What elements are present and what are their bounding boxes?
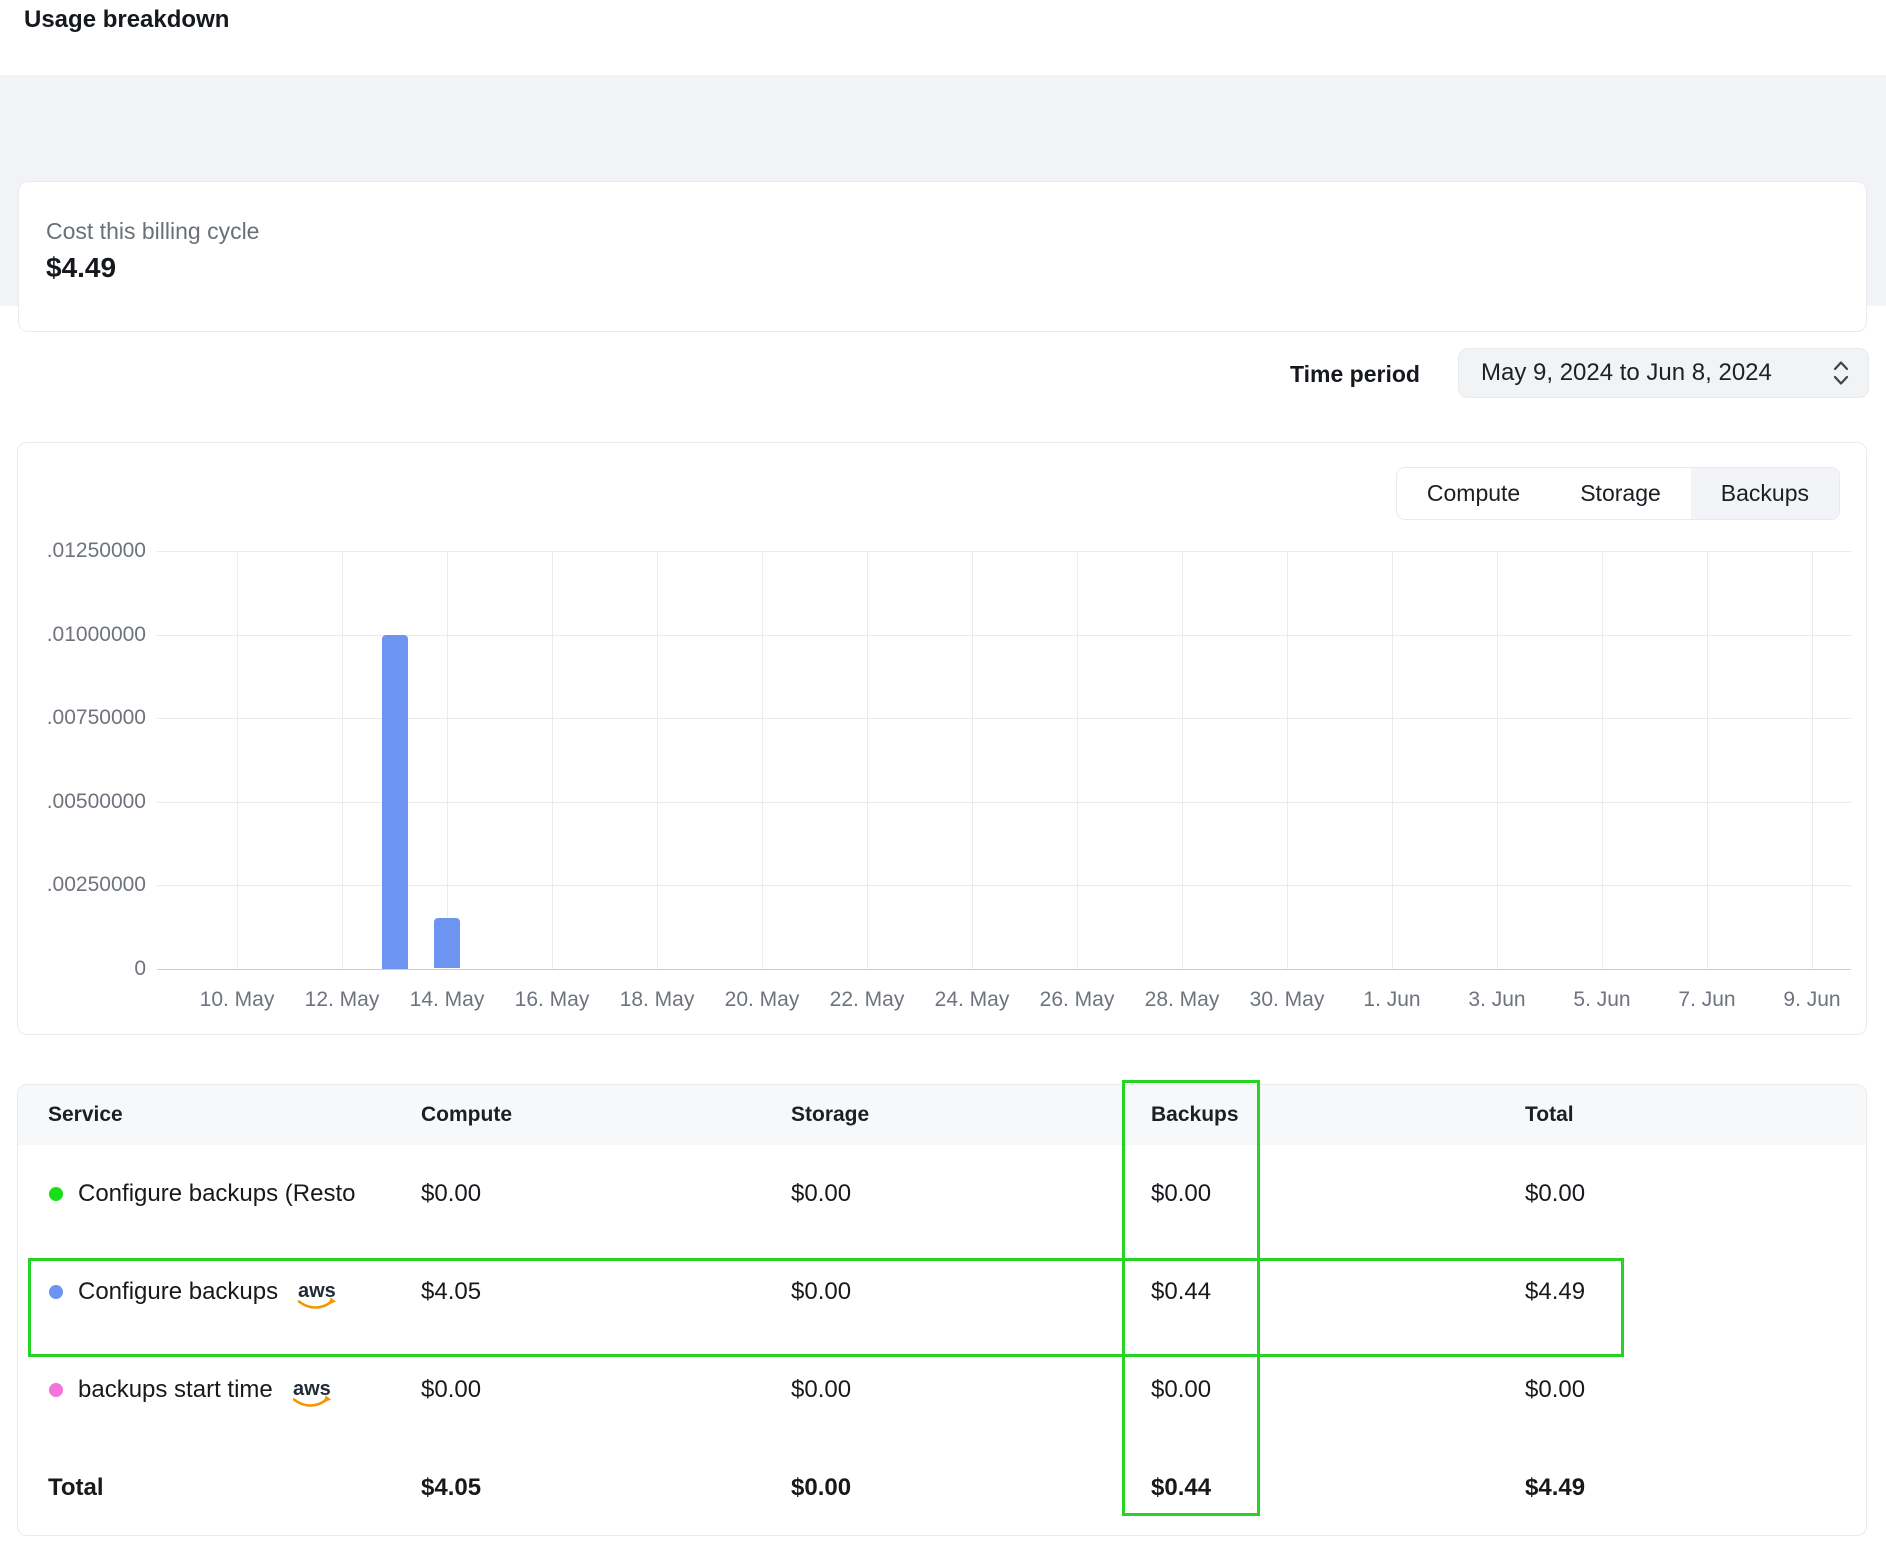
page-title: Usage breakdown	[24, 6, 229, 34]
x-tick-label: 26. May	[1025, 988, 1129, 1012]
col-header-backups: Backups	[1151, 1103, 1525, 1127]
x-tick-label: 28. May	[1130, 988, 1234, 1012]
svg-text:aws: aws	[298, 1280, 336, 1302]
billing-cycle-cost: $4.49	[46, 252, 116, 284]
series-dot-pink	[49, 1383, 63, 1397]
service-name: backups start time	[78, 1376, 273, 1404]
compute-cost: $4.05	[421, 1278, 791, 1306]
chart-bar[interactable]	[382, 635, 408, 969]
y-axis-labels: .01250000 .01000000 .00750000 .00500000 .002…	[18, 443, 146, 1034]
y-tick-label: .01250000	[18, 539, 146, 563]
h-gridline	[157, 718, 1851, 719]
total-cost: $4.49	[1525, 1278, 1866, 1306]
x-tick-label: 16. May	[500, 988, 604, 1012]
x-tick-label: 12. May	[290, 988, 394, 1012]
time-period-label: Time period	[1290, 361, 1420, 388]
table-row: backups start time aws $0.00 $0.00 $0.00…	[18, 1341, 1866, 1439]
v-gridline	[972, 551, 973, 969]
x-tick-label: 9. Jun	[1760, 988, 1864, 1012]
v-gridline	[237, 551, 238, 969]
v-gridline	[1707, 551, 1708, 969]
v-gridline	[447, 551, 448, 969]
h-gridline	[157, 969, 1851, 970]
compute-cost: $0.00	[421, 1376, 791, 1404]
y-tick-label: .00500000	[18, 790, 146, 814]
x-tick-label: 22. May	[815, 988, 919, 1012]
y-tick-label: .01000000	[18, 623, 146, 647]
table-row: Configure backups aws $4.05 $0.00 $0.44 …	[18, 1243, 1866, 1341]
service-name: Configure backups (Resto	[78, 1180, 355, 1208]
v-gridline	[1077, 551, 1078, 969]
x-tick-label: 5. Jun	[1550, 988, 1654, 1012]
x-tick-label: 20. May	[710, 988, 814, 1012]
total-row-label: Total	[48, 1474, 421, 1502]
series-dot-green	[49, 1187, 63, 1201]
table-header-row: Service Compute Storage Backups Total	[18, 1085, 1866, 1145]
x-tick-label: 30. May	[1235, 988, 1339, 1012]
svg-text:aws: aws	[293, 1378, 331, 1400]
col-header-storage: Storage	[791, 1103, 1151, 1127]
y-tick-label: 0	[18, 957, 146, 981]
y-tick-label: .00250000	[18, 873, 146, 897]
v-gridline	[1392, 551, 1393, 969]
v-gridline	[1602, 551, 1603, 969]
x-tick-label: 24. May	[920, 988, 1024, 1012]
v-gridline	[867, 551, 868, 969]
backups-total: $0.44	[1151, 1474, 1525, 1502]
total-cost: $0.00	[1525, 1180, 1866, 1208]
time-period-select[interactable]: May 9, 2024 to Jun 8, 2024	[1458, 348, 1869, 398]
y-tick-label: .00750000	[18, 706, 146, 730]
v-gridline	[1287, 551, 1288, 969]
aws-logo-icon: aws	[287, 1376, 333, 1410]
v-gridline	[342, 551, 343, 969]
col-header-compute: Compute	[421, 1103, 791, 1127]
grand-total: $4.49	[1525, 1474, 1866, 1502]
h-gridline	[157, 802, 1851, 803]
v-gridline	[1812, 551, 1813, 969]
service-name: Configure backups	[78, 1278, 278, 1306]
storage-total: $0.00	[791, 1474, 1151, 1502]
series-dot-blue	[49, 1285, 63, 1299]
v-gridline	[1497, 551, 1498, 969]
x-tick-label: 7. Jun	[1655, 988, 1759, 1012]
storage-cost: $0.00	[791, 1376, 1151, 1404]
chart-bar[interactable]	[434, 918, 460, 968]
x-tick-label: 3. Jun	[1445, 988, 1549, 1012]
chevron-up-down-icon	[1830, 358, 1852, 388]
compute-total: $4.05	[421, 1474, 791, 1502]
summary-band: Cost this billing cycle $4.49	[0, 75, 1886, 306]
h-gridline	[157, 635, 1851, 636]
col-header-total: Total	[1525, 1103, 1866, 1127]
h-gridline	[157, 551, 1851, 552]
backups-cost: $0.00	[1151, 1376, 1525, 1404]
compute-cost: $0.00	[421, 1180, 791, 1208]
storage-cost: $0.00	[791, 1180, 1151, 1208]
billing-cycle-label: Cost this billing cycle	[46, 218, 259, 245]
v-gridline	[1182, 551, 1183, 969]
backups-cost: $0.00	[1151, 1180, 1525, 1208]
billing-summary-card: Cost this billing cycle $4.49	[18, 181, 1867, 332]
table-row: Configure backups (Resto $0.00 $0.00 $0.…	[18, 1145, 1866, 1243]
x-tick-label: 14. May	[395, 988, 499, 1012]
plot-area: 10. May12. May14. May16. May18. May20. M…	[157, 443, 1851, 1036]
total-cost: $0.00	[1525, 1376, 1866, 1404]
usage-table-card: Service Compute Storage Backups Total Co…	[17, 1084, 1867, 1536]
x-tick-label: 1. Jun	[1340, 988, 1444, 1012]
storage-cost: $0.00	[791, 1278, 1151, 1306]
x-tick-label: 18. May	[605, 988, 709, 1012]
table-total-row: Total $4.05 $0.00 $0.44 $4.49	[18, 1439, 1866, 1536]
backups-cost: $0.44	[1151, 1278, 1525, 1306]
x-tick-label: 10. May	[185, 988, 289, 1012]
v-gridline	[762, 551, 763, 969]
v-gridline	[552, 551, 553, 969]
usage-chart-card: Compute Storage Backups .01250000.010000…	[17, 442, 1867, 1035]
h-gridline	[157, 885, 1851, 886]
aws-logo-icon: aws	[292, 1278, 338, 1312]
v-gridline	[657, 551, 658, 969]
time-period-value: May 9, 2024 to Jun 8, 2024	[1481, 359, 1772, 387]
col-header-service: Service	[48, 1103, 421, 1127]
